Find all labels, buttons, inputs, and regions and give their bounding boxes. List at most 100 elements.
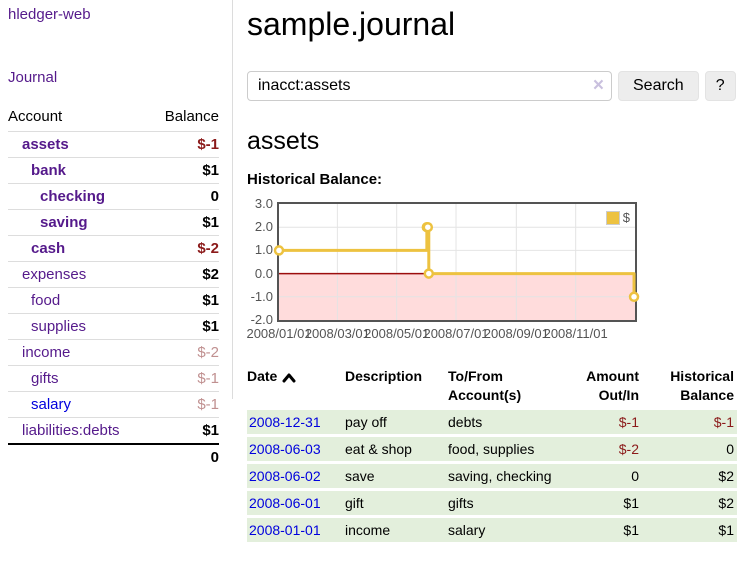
account-name-cell: assets xyxy=(8,132,150,158)
account-name-cell: gifts xyxy=(8,366,150,392)
transaction-description: eat & shop xyxy=(345,437,448,461)
y-axis-tick: 3.0 xyxy=(247,196,273,212)
account-balance: $2 xyxy=(150,262,219,288)
account-name-cell: cash xyxy=(8,236,150,262)
account-link-food[interactable]: food xyxy=(31,292,60,309)
register-header-accounts: To/From Account(s) xyxy=(448,365,560,407)
transaction-amount: $1 xyxy=(560,518,642,542)
balance-chart: $ 3.02.01.00.0-1.0-2.0 2008/01/012008/03… xyxy=(247,202,667,344)
account-balance: $1 xyxy=(150,288,219,314)
account-link-assets[interactable]: assets xyxy=(22,136,69,153)
account-row: gifts$-1 xyxy=(8,366,219,392)
accounts-header-row: Account Balance xyxy=(8,105,219,132)
transaction-date-link[interactable]: 2008-01-01 xyxy=(249,522,321,538)
y-axis-tick: 0.0 xyxy=(247,266,273,282)
transaction-date-link[interactable]: 2008-06-01 xyxy=(249,495,321,511)
x-axis-tick: 2008/11/01 xyxy=(544,326,608,341)
account-balance: $1 xyxy=(150,418,219,445)
transaction-description: gift xyxy=(345,491,448,515)
transaction-balance: $2 xyxy=(642,491,737,515)
account-name-cell: checking xyxy=(8,184,150,210)
account-link-bank[interactable]: bank xyxy=(31,162,66,179)
account-balance: 0 xyxy=(150,184,219,210)
transaction-amount: 0 xyxy=(560,464,642,488)
accounts-table: Account Balance assets $-1 bank $1 checking 0… xyxy=(8,105,219,470)
accounts-total-row: 0 xyxy=(8,444,219,470)
transaction-balance: $-1 xyxy=(642,410,737,434)
y-axis-tick: -1.0 xyxy=(247,289,273,305)
register-header-description: Description xyxy=(345,365,448,407)
chart-plot: $ xyxy=(277,202,637,322)
transaction-date-cell: 2008-06-02 xyxy=(247,464,345,488)
page-title: sample.journal xyxy=(247,6,742,43)
transaction-date-link[interactable]: 2008-06-03 xyxy=(249,441,321,457)
main-content: sample.journal × Search ? assets Histori… xyxy=(247,0,742,545)
x-axis-tick: 2008/09/01 xyxy=(484,326,549,341)
register-header-row: Date Description To/From Account(s) Amou… xyxy=(247,365,737,407)
register-header-date[interactable]: Date xyxy=(247,365,345,407)
account-link-saving[interactable]: saving xyxy=(40,214,88,231)
account-row: expenses $2 xyxy=(8,262,219,288)
legend-label: $ xyxy=(623,210,630,225)
account-row: salary $-1 xyxy=(8,392,219,418)
account-name-cell: bank xyxy=(8,158,150,184)
search-input-wrap: × xyxy=(247,71,612,101)
account-link-liabilities-debts[interactable]: liabilities:debts xyxy=(22,422,120,439)
legend-swatch-icon xyxy=(606,211,620,225)
chart-canvas xyxy=(279,204,635,320)
transaction-balance: $2 xyxy=(642,464,737,488)
account-link-expenses[interactable]: expenses xyxy=(22,266,86,283)
transaction-amount: $-2 xyxy=(560,437,642,461)
account-link-gifts[interactable]: gifts xyxy=(31,370,59,387)
x-axis-tick: 2008/03/01 xyxy=(305,326,370,341)
register-row: 2008-01-01incomesalary$1$1 xyxy=(247,518,737,542)
sidebar-divider xyxy=(232,0,233,399)
app-root: hledger-web Journal Account Balance asse… xyxy=(0,0,742,582)
account-row: liabilities:debts $1 xyxy=(8,418,219,445)
account-name-cell: income xyxy=(8,340,150,366)
y-axis-tick: 2.0 xyxy=(247,219,273,235)
account-row: checking 0 xyxy=(8,184,219,210)
transaction-date-link[interactable]: 2008-12-31 xyxy=(249,414,321,430)
account-name-cell: salary xyxy=(8,392,150,418)
register-row: 2008-12-31pay offdebts$-1$-1 xyxy=(247,410,737,434)
sidebar-item-journal[interactable]: Journal xyxy=(8,69,57,86)
account-balance: $-1 xyxy=(150,392,219,418)
register-header-date-label: Date xyxy=(247,367,277,386)
transaction-description: save xyxy=(345,464,448,488)
search-input[interactable] xyxy=(247,71,612,101)
transaction-description: pay off xyxy=(345,410,448,434)
account-row: food $1 xyxy=(8,288,219,314)
chart-legend: $ xyxy=(604,209,632,226)
account-link-salary[interactable]: salary xyxy=(31,396,71,413)
account-balance: $-2 xyxy=(150,340,219,366)
account-name-cell: supplies xyxy=(8,314,150,340)
accounts-header-account: Account xyxy=(8,105,150,132)
account-name-cell: saving xyxy=(8,210,150,236)
account-link-checking[interactable]: checking xyxy=(40,188,105,205)
account-row: cash$-2 xyxy=(8,236,219,262)
register-row: 2008-06-03eat & shopfood, supplies$-20 xyxy=(247,437,737,461)
account-link-income[interactable]: income xyxy=(22,344,70,361)
transaction-date-link[interactable]: 2008-06-02 xyxy=(249,468,321,484)
account-balance: $1 xyxy=(150,158,219,184)
register-header-amount: Amount Out/In xyxy=(560,365,642,407)
sidebar-nav: Journal xyxy=(8,69,232,87)
register-row: 2008-06-01giftgifts$1$2 xyxy=(247,491,737,515)
account-row: bank $1 xyxy=(8,158,219,184)
account-link-supplies[interactable]: supplies xyxy=(31,318,86,335)
clear-search-icon[interactable]: × xyxy=(593,74,604,98)
x-axis-tick: 2008/07/01 xyxy=(423,326,488,341)
account-link-cash[interactable]: cash xyxy=(31,240,65,257)
search-form: × Search ? xyxy=(247,71,742,101)
account-name-cell: liabilities:debts xyxy=(8,418,150,445)
register-table: Date Description To/From Account(s) Amou… xyxy=(247,362,737,545)
transaction-amount: $-1 xyxy=(560,410,642,434)
transaction-balance: 0 xyxy=(642,437,737,461)
x-axis-tick: 2008/05/01 xyxy=(364,326,429,341)
brand-link[interactable]: hledger-web xyxy=(8,6,232,23)
search-button[interactable]: Search xyxy=(618,71,699,101)
accounts-total-value: 0 xyxy=(150,444,219,470)
register-header-balance: Historical Balance xyxy=(642,365,737,407)
help-button[interactable]: ? xyxy=(705,71,736,101)
